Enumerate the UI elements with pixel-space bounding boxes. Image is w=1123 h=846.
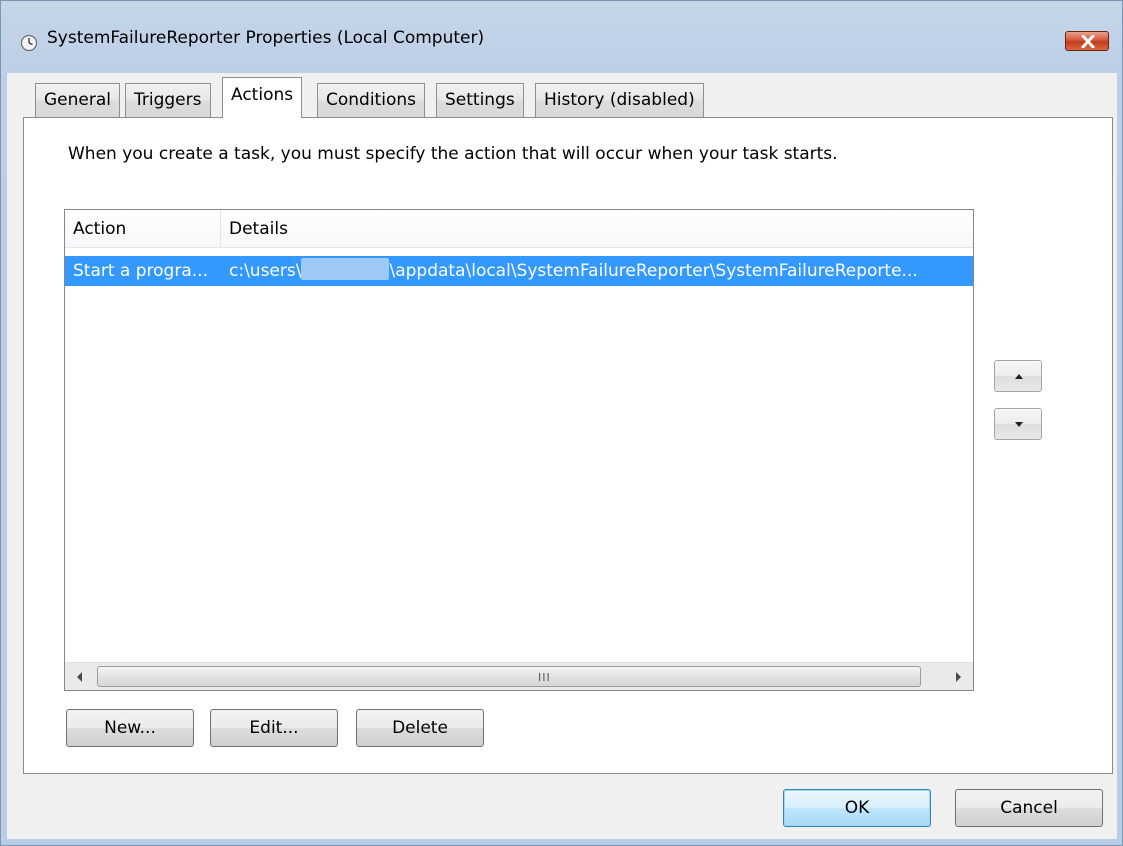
- ok-button[interactable]: OK: [783, 789, 931, 827]
- move-up-button[interactable]: [994, 360, 1042, 392]
- tab-label: Actions: [231, 85, 294, 105]
- details-path-suffix: \appdata\local\SystemFailureReporter\Sys…: [389, 261, 918, 281]
- column-header-action[interactable]: Action: [65, 210, 220, 248]
- details-path-prefix: c:\users\: [229, 261, 302, 281]
- properties-window: SystemFailureReporter Properties (Local …: [0, 0, 1123, 846]
- column-header-details[interactable]: Details: [221, 210, 288, 248]
- row-action-cell: Start a progra...: [73, 261, 208, 281]
- row-details-cell: c:\users\ \appdata\local\SystemFailureRep…: [229, 256, 973, 286]
- new-action-button[interactable]: New...: [66, 709, 194, 747]
- edit-action-button[interactable]: Edit...: [210, 709, 338, 747]
- tab-general[interactable]: General: [35, 83, 120, 117]
- close-button[interactable]: [1065, 31, 1109, 51]
- cancel-button[interactable]: Cancel: [955, 789, 1103, 827]
- tab-label: Triggers: [134, 90, 202, 110]
- tab-settings[interactable]: Settings: [436, 83, 524, 117]
- scroll-thumb[interactable]: III: [97, 666, 921, 687]
- list-header: Action Details: [65, 210, 973, 248]
- scroll-grip: III: [538, 671, 551, 684]
- triangle-down-icon: [1015, 422, 1023, 427]
- move-down-button[interactable]: [994, 408, 1042, 440]
- close-icon: [1081, 35, 1095, 48]
- title-bar[interactable]: SystemFailureReporter Properties (Local …: [1, 1, 1122, 73]
- actions-list[interactable]: Action Details Start a progra... c:\user…: [64, 209, 974, 691]
- scroll-left-icon[interactable]: [65, 663, 95, 691]
- clock-icon: [20, 34, 38, 52]
- tab-history[interactable]: History (disabled): [535, 83, 704, 117]
- tab-label: Conditions: [326, 90, 416, 110]
- redacted-username: [301, 258, 390, 280]
- table-row[interactable]: Start a progra... c:\users\ \appdata\loca…: [65, 256, 973, 286]
- triangle-up-icon: [1015, 374, 1023, 379]
- actions-description: When you create a task, you must specify…: [68, 144, 838, 164]
- tab-label: History (disabled): [544, 90, 695, 110]
- horizontal-scrollbar[interactable]: III: [65, 662, 973, 690]
- dialog-client-area: General Triggers Actions Conditions Sett…: [7, 73, 1117, 839]
- scroll-right-icon[interactable]: [943, 663, 973, 691]
- actions-tab-panel: When you create a task, you must specify…: [23, 117, 1113, 774]
- tab-label: General: [44, 90, 111, 110]
- tab-triggers[interactable]: Triggers: [125, 83, 211, 117]
- tab-conditions[interactable]: Conditions: [317, 83, 425, 117]
- window-title: SystemFailureReporter Properties (Local …: [47, 28, 485, 48]
- tab-actions[interactable]: Actions: [222, 77, 303, 118]
- delete-action-button[interactable]: Delete: [356, 709, 484, 747]
- tab-label: Settings: [445, 90, 515, 110]
